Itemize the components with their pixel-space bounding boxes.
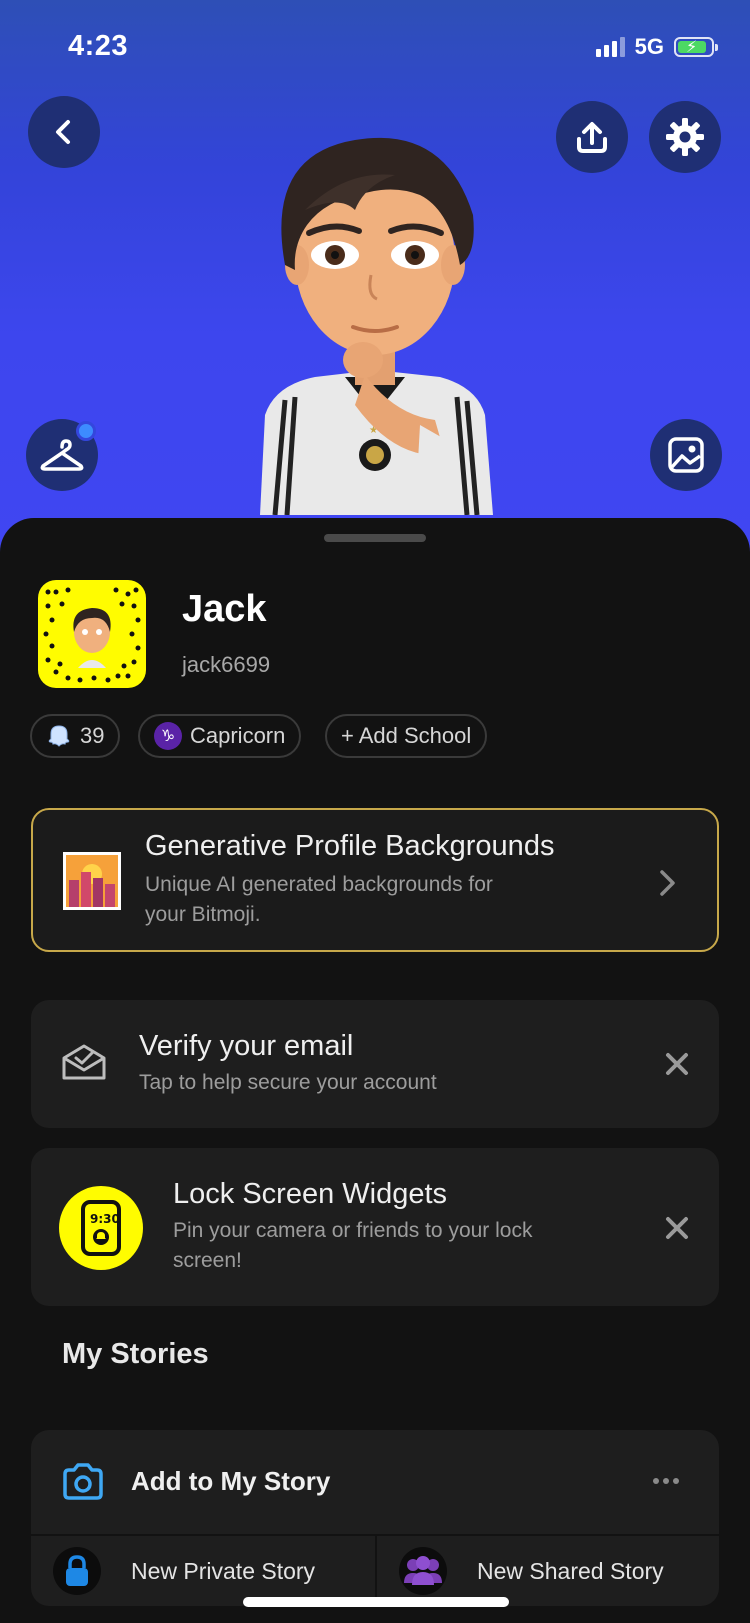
my-stories-heading: My Stories: [62, 1338, 209, 1370]
camera-icon: [63, 1463, 103, 1500]
display-name: Jack: [182, 588, 267, 630]
gear-icon: [666, 118, 704, 156]
generative-backgrounds-card[interactable]: Generative Profile Backgrounds Unique AI…: [31, 808, 719, 952]
add-to-story-row[interactable]: Add to My Story: [31, 1430, 719, 1534]
widgets-subtitle-1: Pin your camera or friends to your lock: [173, 1219, 533, 1242]
new-shared-story-label: New Shared Story: [477, 1557, 664, 1584]
snap-score: 39: [80, 723, 105, 748]
image-icon: [668, 437, 704, 473]
widgets-title: Lock Screen Widgets: [173, 1178, 448, 1210]
promo-title: Generative Profile Backgrounds: [145, 830, 555, 862]
new-private-story-button[interactable]: New Private Story: [53, 1536, 375, 1606]
verify-email-title: Verify your email: [139, 1030, 354, 1062]
bitmoji-avatar: ★★: [260, 137, 493, 515]
hanger-icon: [40, 439, 84, 471]
background-button[interactable]: [650, 419, 722, 491]
battery-icon: ⚡: [674, 37, 718, 57]
snapcode[interactable]: [38, 580, 146, 688]
widget-time: 9:30: [90, 1212, 120, 1226]
widget-phone-icon: 9:30: [59, 1186, 143, 1270]
zodiac-label: Capricorn: [190, 723, 286, 748]
capricorn-icon: ♑: [154, 722, 182, 750]
verify-email-card[interactable]: Verify your email Tap to help secure you…: [31, 1000, 719, 1128]
share-button[interactable]: [556, 101, 628, 173]
snapcode-avatar: [43, 587, 141, 683]
sheet-handle[interactable]: [324, 534, 426, 542]
username: jack6699: [182, 652, 271, 677]
divider: [375, 1536, 377, 1606]
more-icon[interactable]: [653, 1478, 679, 1484]
city-sunset-icon: [63, 852, 121, 910]
promo-subtitle-1: Unique AI generated backgrounds for: [145, 873, 493, 896]
status-indicators: 5G ⚡: [595, 34, 718, 60]
settings-button[interactable]: [649, 101, 721, 173]
snap-score-pill[interactable]: 39: [30, 714, 121, 758]
verify-email-subtitle: Tap to help secure your account: [139, 1071, 437, 1094]
promo-subtitle-2: your Bitmoji.: [145, 903, 261, 926]
share-icon: [577, 122, 607, 153]
close-icon[interactable]: [663, 1214, 691, 1242]
home-indicator[interactable]: [243, 1597, 509, 1607]
envelope-check-icon: [62, 1044, 106, 1080]
add-school-label: + Add School: [341, 723, 472, 748]
group-icon: [399, 1547, 447, 1595]
notification-dot: [76, 421, 96, 441]
zodiac-pill[interactable]: ♑ Capricorn: [138, 714, 302, 758]
profile-sheet: Jack jack6699 39 ♑ Capricorn + Add Schoo…: [0, 518, 750, 1623]
widgets-subtitle-2: screen!: [173, 1249, 242, 1272]
network-label: 5G: [634, 34, 664, 59]
back-button[interactable]: [28, 96, 100, 168]
status-time: 4:23: [68, 30, 129, 62]
new-private-story-label: New Private Story: [131, 1557, 316, 1584]
new-shared-story-button[interactable]: New Shared Story: [399, 1536, 719, 1606]
my-stories-card: Add to My Story New Private Story New Sh…: [31, 1430, 719, 1606]
add-school-pill[interactable]: + Add School: [325, 714, 488, 758]
lock-icon: [53, 1547, 101, 1595]
add-to-story-label: Add to My Story: [131, 1466, 331, 1496]
chevron-right-icon: [660, 870, 675, 896]
lock-screen-widgets-card[interactable]: 9:30 Lock Screen Widgets Pin your camera…: [31, 1148, 719, 1306]
signal-icon: [595, 37, 625, 57]
profile-hero: 4:23 5G ⚡: [0, 0, 750, 560]
outfit-button[interactable]: [26, 419, 98, 491]
ghost-icon: [48, 725, 70, 747]
chevron-left-icon: [56, 120, 70, 144]
close-icon[interactable]: [663, 1050, 691, 1078]
